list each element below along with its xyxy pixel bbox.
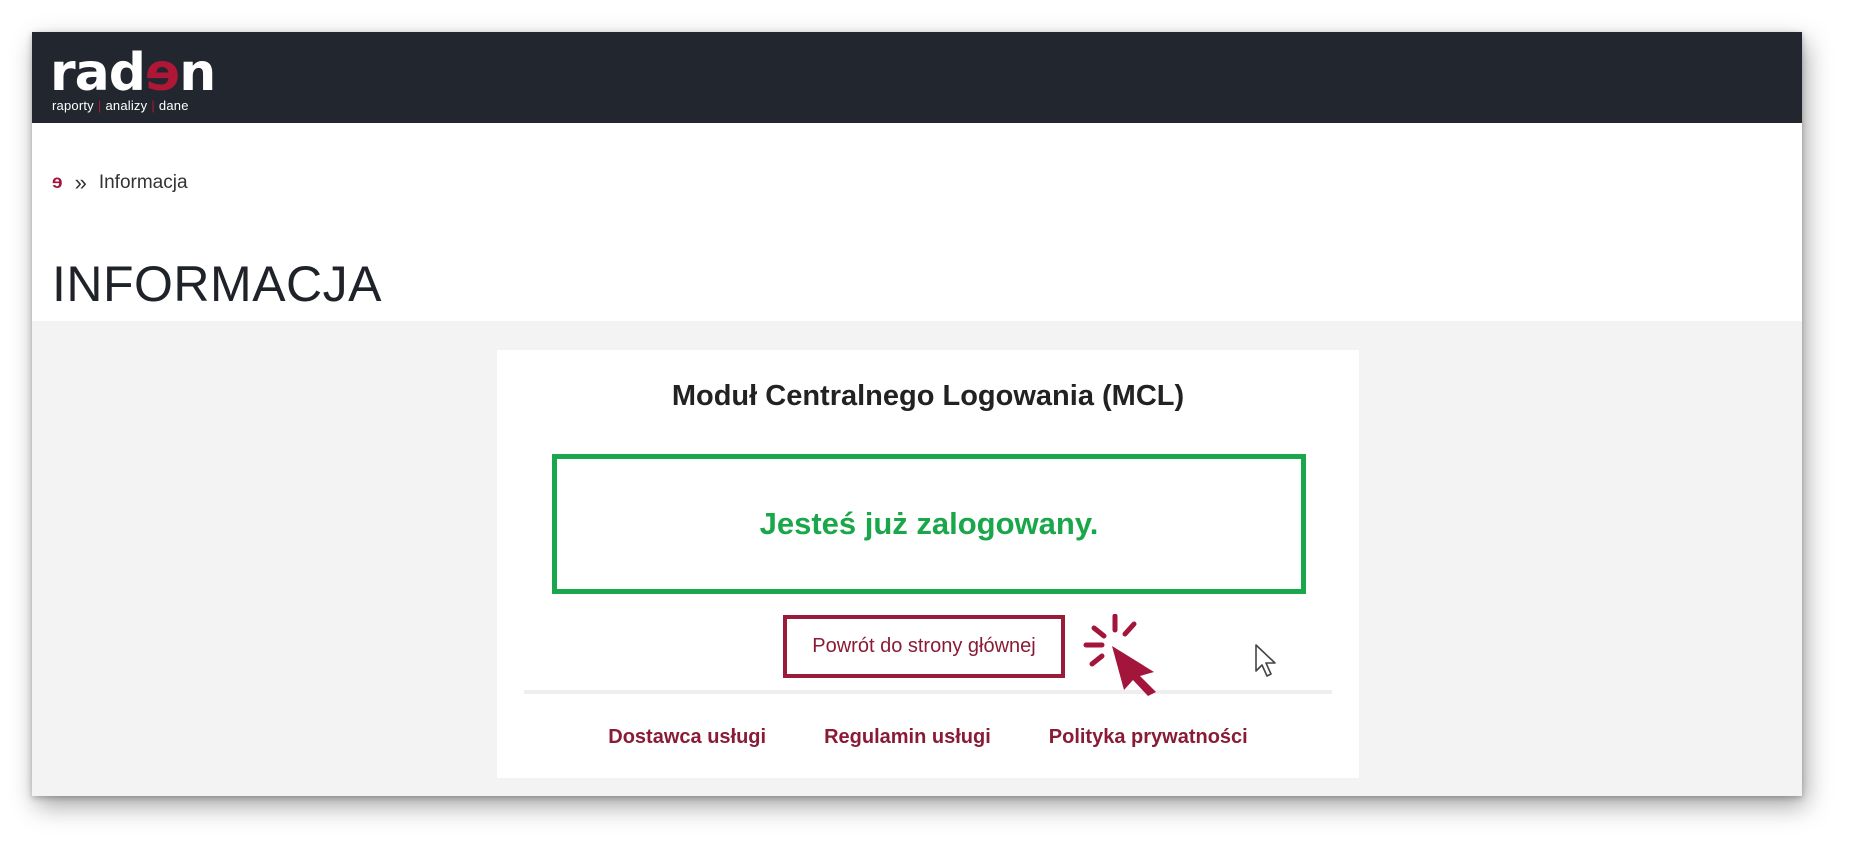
card-title: Moduł Centralnego Logowania (MCL) (671, 380, 1185, 412)
top-navbar: radɘn raporty | analizy | dane (32, 32, 1802, 123)
breadcrumb-separator: » (74, 170, 87, 195)
logo-wordmark: radɘn (50, 43, 216, 103)
footer-links: Dostawca usługi Regulamin usługi Polityk… (497, 726, 1359, 749)
info-card: Moduł Centralnego Logowania (MCL) Jesteś… (497, 350, 1359, 778)
status-message: Jesteś już zalogowany. (759, 506, 1099, 541)
mouse-arrow-cursor-icon (1255, 644, 1276, 677)
terms-of-service-link[interactable]: Regulamin usługi (824, 726, 991, 749)
click-hand-pointer-icon (1083, 614, 1156, 696)
back-link-highlight: Powrót do strony głównej (783, 615, 1065, 678)
back-to-home-link[interactable]: Powrót do strony głównej (812, 635, 1035, 658)
service-provider-link[interactable]: Dostawca usługi (608, 726, 766, 749)
logo-tagline: raporty | analizy | dane (52, 98, 189, 113)
status-message-box: Jesteś już zalogowany. (552, 454, 1306, 594)
footer-divider (524, 690, 1332, 694)
privacy-policy-link[interactable]: Polityka prywatności (1049, 726, 1248, 749)
breadcrumb: ɘ » Informacja (52, 170, 188, 196)
page-header: ɘ » Informacja INFORMACJA (32, 123, 1802, 321)
radon-logo[interactable]: radɘn raporty | analizy | dane (50, 42, 250, 118)
breadcrumb-current: Informacja (98, 172, 188, 193)
browser-page: radɘn raporty | analizy | dane ɘ » Informacj… (32, 32, 1802, 796)
radon-e-icon[interactable]: ɘ (52, 172, 63, 194)
page-title: INFORMACJA (52, 256, 382, 312)
